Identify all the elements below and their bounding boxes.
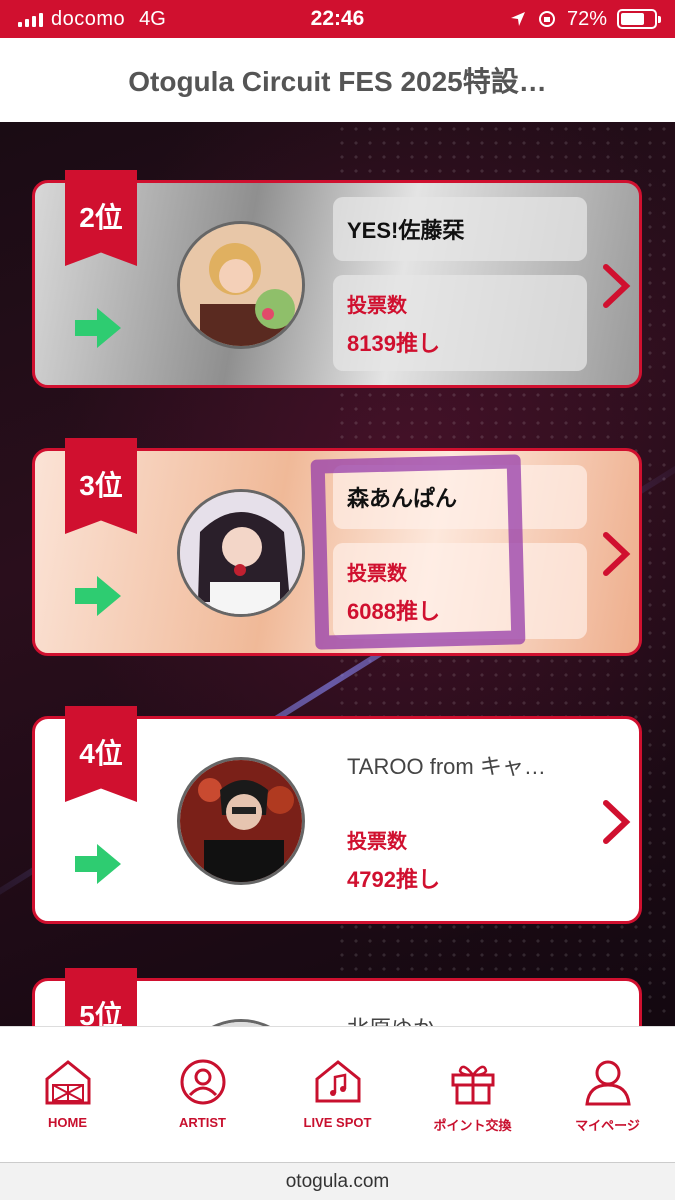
network-type: 4G (139, 7, 166, 30)
ranking-list[interactable]: 2位 YES!佐藤栞 投票数 8139推し 3位 森あんぱん 投票数 6088推… (0, 122, 675, 1026)
chevron-right-icon[interactable] (601, 531, 631, 577)
artist-icon (180, 1059, 225, 1105)
location-icon (510, 12, 525, 26)
chevron-right-icon[interactable] (601, 799, 631, 845)
trend-up-arrow-icon (75, 844, 121, 884)
browser-url-bar[interactable]: otogula.com (0, 1162, 675, 1200)
tab-label: LIVE SPOT (303, 1115, 372, 1130)
battery-fill (621, 13, 645, 25)
status-bar: docomo 4G 22:46 72% (0, 0, 675, 38)
vote-count: 8139推し (347, 331, 440, 356)
handdrawn-highlight (310, 454, 526, 650)
vote-label: 投票数 (347, 295, 407, 317)
vote-box: 投票数 8139推し (333, 275, 587, 371)
orientation-lock-icon (538, 11, 555, 27)
vote-label: 投票数 (347, 831, 407, 853)
artist-name: YES!佐藤栞 (333, 197, 587, 261)
battery-icon (617, 9, 661, 29)
tab-live-spot[interactable]: LIVE SPOT (278, 1057, 398, 1130)
page-title: Otogula Circuit FES 2025特設… (128, 66, 547, 97)
tab-label: マイページ (575, 1118, 640, 1133)
header: Otogula Circuit FES 2025特設… (0, 38, 675, 122)
tab-artist[interactable]: ARTIST (143, 1057, 263, 1130)
rank-ribbon: 4位 (65, 706, 137, 802)
rank-ribbon: 5位 (65, 968, 137, 1026)
artist-avatar (177, 757, 305, 885)
rank-ribbon: 2位 (65, 170, 137, 266)
gift-icon (451, 1065, 494, 1105)
ranking-card-3[interactable]: 3位 森あんぱん 投票数 6088推し (32, 438, 642, 656)
user-icon (584, 1060, 631, 1106)
tab-label: HOME (48, 1115, 87, 1130)
ranking-card-2[interactable]: 2位 YES!佐藤栞 投票数 8139推し (32, 170, 642, 388)
vote-count: 4792推し (347, 867, 440, 892)
signal-icon (18, 11, 43, 27)
artist-avatar (177, 1019, 305, 1026)
artist-name: 北原ゆか (333, 995, 587, 1026)
ranking-card-5[interactable]: 5位 北原ゆか (32, 968, 642, 1026)
tab-label: ARTIST (179, 1115, 226, 1130)
artist-name: TAROO from キャ… (347, 754, 546, 779)
tab-bar: HOME ARTIST LIVE SPOT ポイント交換 マイページ (0, 1026, 675, 1162)
live-spot-icon (315, 1060, 360, 1103)
tab-point-exchange[interactable]: ポイント交換 (413, 1057, 533, 1134)
rank-ribbon: 3位 (65, 438, 137, 534)
tab-home[interactable]: HOME (8, 1057, 128, 1130)
artist-avatar (177, 221, 305, 349)
trend-up-arrow-icon (75, 576, 121, 616)
battery-percent: 72% (566, 7, 607, 30)
chevron-right-icon[interactable] (601, 263, 631, 309)
url-text: otogula.com (285, 1170, 390, 1192)
home-icon (45, 1060, 90, 1105)
carrier-name: docomo (51, 7, 126, 30)
vote-box: 投票数 4792推し (333, 811, 587, 907)
clock: 22:46 (310, 7, 365, 30)
ranking-card-4[interactable]: 4位 TAROO from キャ… 投票数 4792推し (32, 706, 642, 924)
artist-avatar (177, 489, 305, 617)
trend-up-arrow-icon (75, 308, 121, 348)
tab-my-page[interactable]: マイページ (548, 1057, 668, 1134)
tab-label: ポイント交換 (433, 1118, 512, 1133)
